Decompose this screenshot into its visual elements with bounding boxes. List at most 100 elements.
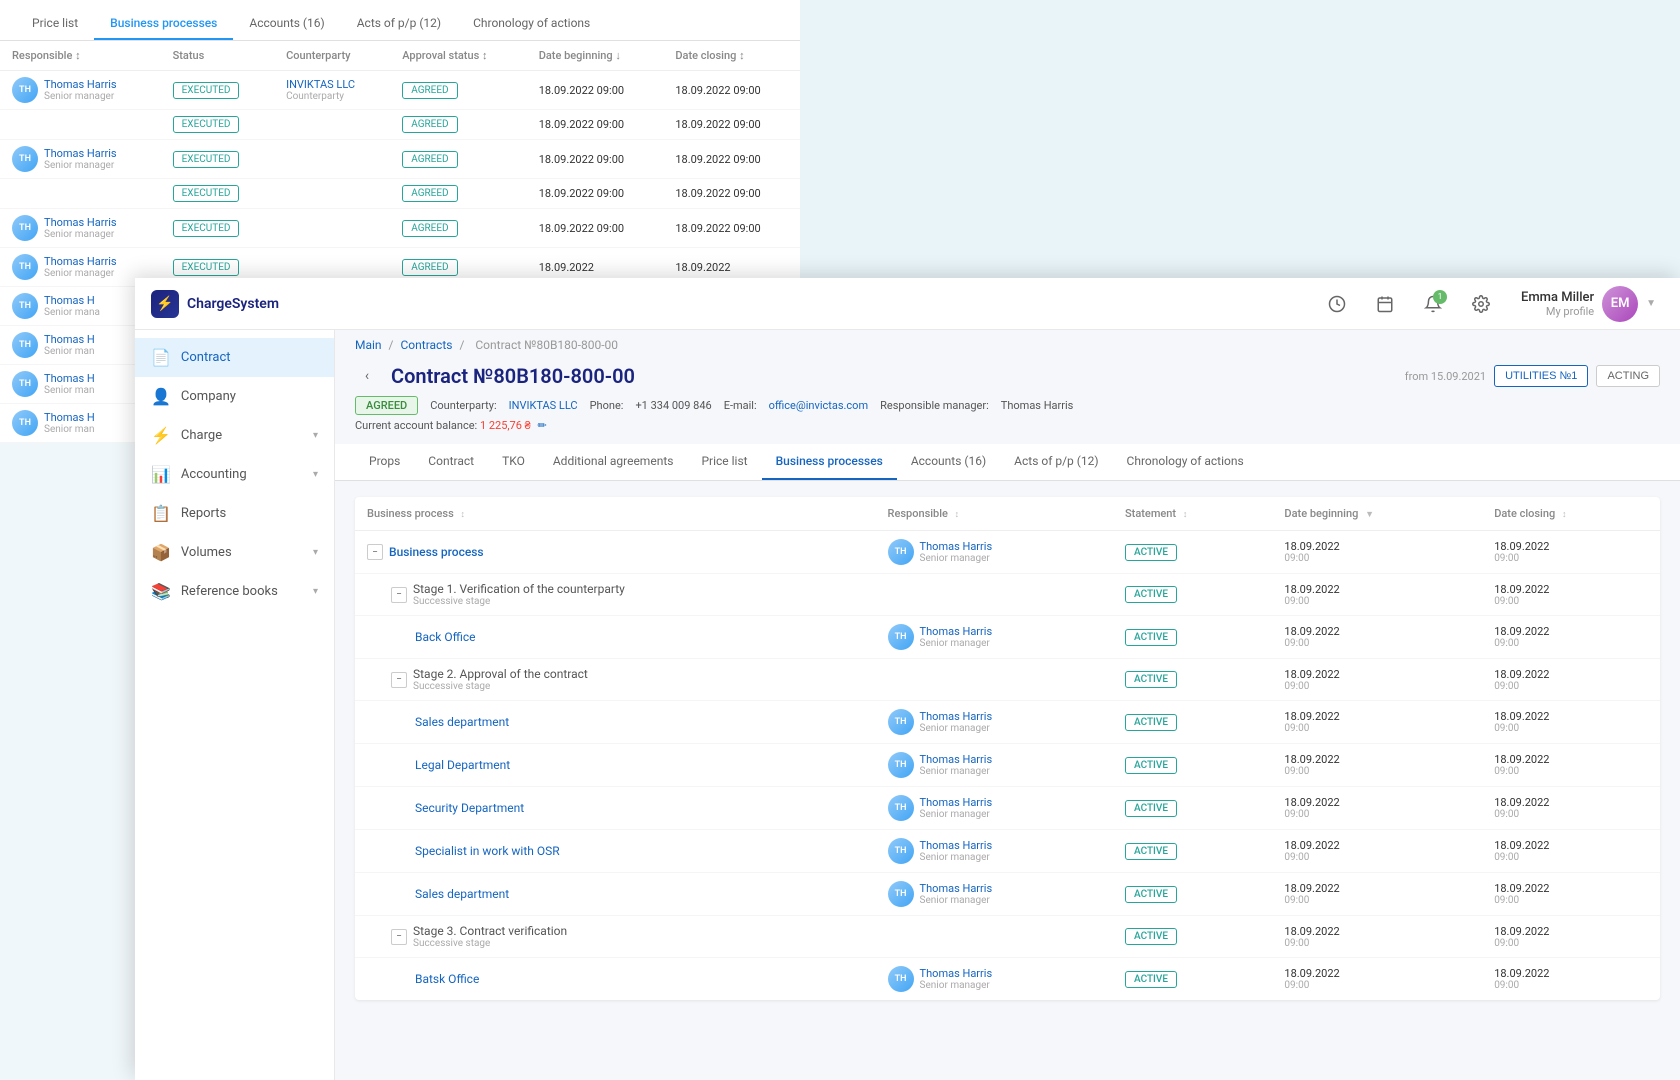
task-name[interactable]: Legal Department (415, 758, 510, 772)
sidebar-item-volumes[interactable]: 📦 Volumes ▾ (135, 533, 334, 572)
task-name[interactable]: Batsk Office (415, 972, 479, 986)
company-icon: 👤 (151, 387, 171, 406)
date-closing: 18.09.2022 (1494, 839, 1648, 852)
tab-additional[interactable]: Additional agreements (539, 444, 688, 480)
responsible-cell: TH Thomas Harris Senior manager (888, 838, 1101, 864)
col-business-process[interactable]: Business process ↕ (355, 497, 876, 531)
task-name[interactable]: Security Department (415, 801, 524, 815)
sidebar-item-reports[interactable]: 📋 Reports (135, 494, 334, 533)
bg-tab-accounts[interactable]: Accounts (16) (233, 8, 340, 40)
tab-tko[interactable]: TKO (488, 444, 539, 480)
date-beginning: 18.09.2022 (1284, 753, 1470, 766)
col-date-closing[interactable]: Date closing ↕ (1482, 497, 1660, 531)
sidebar-item-reference[interactable]: 📚 Reference books ▾ (135, 572, 334, 611)
logo-text: ChargeSystem (187, 296, 279, 312)
notifications-icon-btn[interactable]: 1 (1417, 288, 1449, 320)
time-beginning: 09:00 (1284, 852, 1470, 863)
clock-icon-btn[interactable] (1321, 288, 1353, 320)
stage-name: Stage 3. Contract verification (413, 924, 567, 938)
breadcrumb-contracts[interactable]: Contracts (400, 338, 452, 352)
task-name[interactable]: Back Office (415, 630, 476, 644)
tab-business-processes[interactable]: Business processes (762, 444, 897, 480)
volumes-arrow-icon: ▾ (313, 547, 318, 558)
user-info: Emma Miller My profile (1521, 290, 1594, 318)
bg-tab-chronology[interactable]: Chronology of actions (457, 8, 606, 40)
responsible-cell: TH Thomas Harris Senior manager (888, 966, 1101, 992)
time-beginning: 09:00 (1284, 895, 1470, 906)
accounting-icon: 📊 (151, 465, 171, 484)
manager-label: Responsible manager: (880, 399, 989, 412)
resp-role: Senior manager (920, 809, 993, 820)
date-beginning: 18.09.2022 (1284, 668, 1470, 681)
counterparty-link[interactable]: INVIKTAS LLC (509, 399, 578, 412)
stmt-sort-icon: ↕ (1183, 509, 1188, 520)
content-tabs: Props Contract TKO Additional agreements… (335, 444, 1680, 481)
time-closing: 09:00 (1494, 596, 1648, 607)
sidebar-item-accounting[interactable]: 📊 Accounting ▾ (135, 455, 334, 494)
contract-date-from: from 15.09.2021 (1405, 370, 1486, 383)
time-closing: 09:00 (1494, 938, 1648, 949)
task-name[interactable]: Sales department (415, 715, 509, 729)
responsible-cell: TH Thomas Harris Senior manager (888, 709, 1101, 735)
date-beginning: 18.09.2022 (1284, 583, 1470, 596)
status-badge: ACTIVE (1125, 586, 1177, 603)
responsible-cell: TH Thomas Harris Senior manager (888, 795, 1101, 821)
tab-pricelist[interactable]: Price list (687, 444, 761, 480)
col-date-beginning[interactable]: Date beginning ▼ (1272, 497, 1482, 531)
collapse-btn[interactable]: − (391, 929, 407, 945)
responsible-cell: TH Thomas Harris Senior manager (888, 881, 1101, 907)
time-beginning: 09:00 (1284, 766, 1470, 777)
collapse-btn[interactable]: − (391, 672, 407, 688)
charge-arrow-icon: ▾ (313, 430, 318, 441)
time-closing: 09:00 (1494, 852, 1648, 863)
resp-avatar: TH (888, 624, 914, 650)
resp-name: Thomas Harris (920, 625, 993, 638)
col-statement[interactable]: Statement ↕ (1113, 497, 1272, 531)
resp-sort-icon: ↕ (955, 509, 960, 520)
resp-name: Thomas Harris (920, 753, 993, 766)
tab-accounts[interactable]: Accounts (16) (897, 444, 1000, 480)
resp-role: Senior manager (920, 553, 993, 564)
tab-contract[interactable]: Contract (414, 444, 488, 480)
settings-icon-btn[interactable] (1465, 288, 1497, 320)
acting-button[interactable]: ACTING (1596, 365, 1660, 387)
tab-chronology[interactable]: Chronology of actions (1113, 444, 1258, 480)
task-name[interactable]: Specialist in work with OSR (415, 844, 560, 858)
breadcrumb-sep1: / (389, 338, 397, 352)
reference-arrow-icon: ▾ (313, 586, 318, 597)
calendar-icon-btn[interactable] (1369, 288, 1401, 320)
date-closing: 18.09.2022 (1494, 668, 1648, 681)
collapse-btn[interactable]: − (367, 544, 383, 560)
date-closing: 18.09.2022 (1494, 753, 1648, 766)
col-responsible[interactable]: Responsible ↕ (876, 497, 1113, 531)
sidebar-item-company[interactable]: 👤 Company (135, 377, 334, 416)
back-button[interactable]: ‹ (355, 364, 379, 388)
sidebar-label-charge: Charge (181, 428, 222, 443)
logo[interactable]: ⚡ ChargeSystem (151, 290, 279, 318)
contract-title: Contract №80B180-800-00 (391, 364, 635, 388)
utilities-button[interactable]: UTILITIES №1 (1494, 365, 1588, 387)
bg-tab-acts[interactable]: Acts of p/p (12) (341, 8, 457, 40)
content-area: Main / Contracts / Contract №80B180-800-… (335, 330, 1680, 1080)
user-section[interactable]: Emma Miller My profile EM ▼ (1513, 282, 1664, 326)
balance-edit-icon[interactable]: ✏ (538, 419, 547, 432)
sidebar-item-contract[interactable]: 📄 Contract (135, 338, 334, 377)
task-name[interactable]: Sales department (415, 887, 509, 901)
time-closing: 09:00 (1494, 980, 1648, 991)
bp-name[interactable]: Business process (389, 545, 484, 559)
tab-props[interactable]: Props (355, 444, 414, 480)
balance-label: Current account balance: (355, 419, 477, 432)
collapse-btn[interactable]: − (391, 587, 407, 603)
breadcrumb-main[interactable]: Main (355, 338, 382, 352)
sidebar-label-reports: Reports (181, 506, 226, 521)
user-role: My profile (1521, 305, 1594, 318)
bg-tab-business[interactable]: Business processes (94, 8, 233, 40)
contract-icon: 📄 (151, 348, 171, 367)
table-row: Batsk Office TH Thomas Harris Senior man… (355, 958, 1660, 1001)
stage-type: Successive stage (413, 681, 588, 692)
time-beginning: 09:00 (1284, 681, 1470, 692)
bg-tab-pricelist[interactable]: Price list (16, 8, 94, 40)
email-link[interactable]: office@invictas.com (769, 399, 868, 412)
tab-acts[interactable]: Acts of p/p (12) (1000, 444, 1112, 480)
sidebar-item-charge[interactable]: ⚡ Charge ▾ (135, 416, 334, 455)
